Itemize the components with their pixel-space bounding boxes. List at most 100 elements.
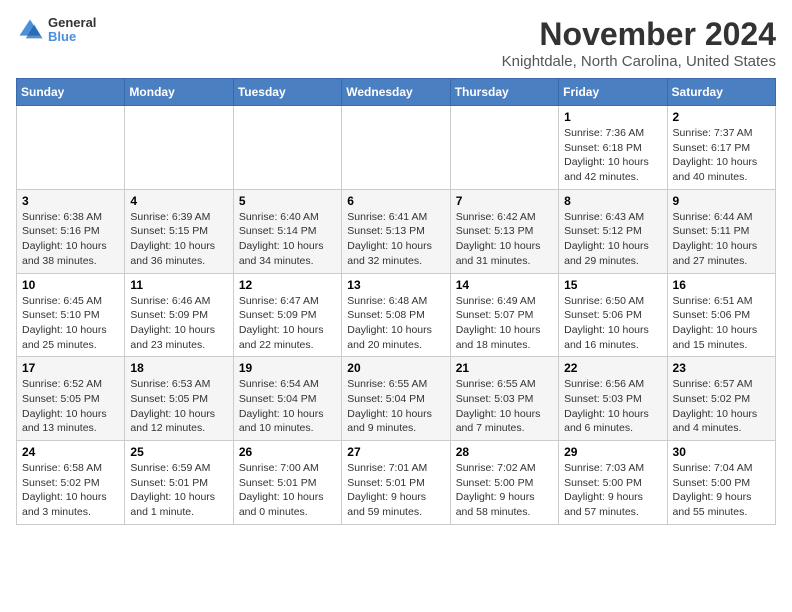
day-number: 18	[130, 361, 227, 375]
header: General Blue November 2024 Knightdale, N…	[16, 16, 776, 70]
day-number: 22	[564, 361, 661, 375]
weekday-header: Sunday	[17, 79, 125, 106]
logo-general: General	[48, 16, 96, 30]
calendar-cell: 23 Sunrise: 6:57 AM Sunset: 5:02 PM Dayli…	[667, 357, 775, 441]
logo-text: General Blue	[48, 16, 96, 45]
weekday-header: Thursday	[450, 79, 558, 106]
day-info: Sunrise: 6:41 AM Sunset: 5:13 PM Dayligh…	[347, 210, 444, 269]
calendar-cell	[342, 106, 450, 190]
day-info: Sunrise: 6:56 AM Sunset: 5:03 PM Dayligh…	[564, 377, 661, 436]
day-info: Sunrise: 6:39 AM Sunset: 5:15 PM Dayligh…	[130, 210, 227, 269]
day-number: 2	[673, 110, 770, 124]
weekday-header: Monday	[125, 79, 233, 106]
calendar-cell: 29 Sunrise: 7:03 AM Sunset: 5:00 PM Dayli…	[559, 441, 667, 525]
calendar-cell	[17, 106, 125, 190]
calendar-cell: 18 Sunrise: 6:53 AM Sunset: 5:05 PM Dayli…	[125, 357, 233, 441]
calendar-week: 24 Sunrise: 6:58 AM Sunset: 5:02 PM Dayli…	[17, 441, 776, 525]
calendar-week: 10 Sunrise: 6:45 AM Sunset: 5:10 PM Dayli…	[17, 273, 776, 357]
day-number: 21	[456, 361, 553, 375]
day-number: 17	[22, 361, 119, 375]
calendar-cell: 10 Sunrise: 6:45 AM Sunset: 5:10 PM Dayli…	[17, 273, 125, 357]
calendar-cell: 2 Sunrise: 7:37 AM Sunset: 6:17 PM Daylig…	[667, 106, 775, 190]
calendar-cell: 28Sunrise: 7:02 AM Sunset: 5:00 PM Dayli…	[450, 441, 558, 525]
day-number: 27	[347, 445, 444, 459]
calendar-week: 3Sunrise: 6:38 AM Sunset: 5:16 PM Daylig…	[17, 189, 776, 273]
day-info: Sunrise: 6:48 AM Sunset: 5:08 PM Dayligh…	[347, 294, 444, 353]
day-info: Sunrise: 7:37 AM Sunset: 6:17 PM Dayligh…	[673, 126, 770, 185]
day-info: Sunrise: 6:52 AM Sunset: 5:05 PM Dayligh…	[22, 377, 119, 436]
day-info: Sunrise: 7:03 AM Sunset: 5:00 PM Dayligh…	[564, 461, 661, 520]
month-title: November 2024	[502, 16, 776, 53]
weekday-header: Friday	[559, 79, 667, 106]
calendar-cell: 19Sunrise: 6:54 AM Sunset: 5:04 PM Dayli…	[233, 357, 341, 441]
day-number: 13	[347, 278, 444, 292]
weekday-header: Wednesday	[342, 79, 450, 106]
calendar-header: SundayMondayTuesdayWednesdayThursdayFrid…	[17, 79, 776, 106]
day-info: Sunrise: 7:00 AM Sunset: 5:01 PM Dayligh…	[239, 461, 336, 520]
calendar-body: 1 Sunrise: 7:36 AM Sunset: 6:18 PM Daylig…	[17, 106, 776, 525]
calendar-week: 1 Sunrise: 7:36 AM Sunset: 6:18 PM Daylig…	[17, 106, 776, 190]
calendar-cell	[450, 106, 558, 190]
day-number: 24	[22, 445, 119, 459]
day-info: Sunrise: 6:50 AM Sunset: 5:06 PM Dayligh…	[564, 294, 661, 353]
day-number: 9	[673, 194, 770, 208]
day-number: 23	[673, 361, 770, 375]
day-info: Sunrise: 6:45 AM Sunset: 5:10 PM Dayligh…	[22, 294, 119, 353]
calendar: SundayMondayTuesdayWednesdayThursdayFrid…	[16, 78, 776, 525]
day-number: 7	[456, 194, 553, 208]
day-info: Sunrise: 6:53 AM Sunset: 5:05 PM Dayligh…	[130, 377, 227, 436]
day-number: 25	[130, 445, 227, 459]
calendar-cell: 4 Sunrise: 6:39 AM Sunset: 5:15 PM Daylig…	[125, 189, 233, 273]
day-info: Sunrise: 6:42 AM Sunset: 5:13 PM Dayligh…	[456, 210, 553, 269]
day-info: Sunrise: 7:01 AM Sunset: 5:01 PM Dayligh…	[347, 461, 444, 520]
day-info: Sunrise: 6:49 AM Sunset: 5:07 PM Dayligh…	[456, 294, 553, 353]
day-number: 16	[673, 278, 770, 292]
logo-icon	[16, 16, 44, 44]
weekday-header: Tuesday	[233, 79, 341, 106]
weekday-header: Saturday	[667, 79, 775, 106]
calendar-cell	[233, 106, 341, 190]
day-info: Sunrise: 6:58 AM Sunset: 5:02 PM Dayligh…	[22, 461, 119, 520]
day-number: 30	[673, 445, 770, 459]
calendar-cell: 9 Sunrise: 6:44 AM Sunset: 5:11 PM Daylig…	[667, 189, 775, 273]
calendar-cell: 22 Sunrise: 6:56 AM Sunset: 5:03 PM Dayli…	[559, 357, 667, 441]
day-info: Sunrise: 6:44 AM Sunset: 5:11 PM Dayligh…	[673, 210, 770, 269]
title-area: November 2024 Knightdale, North Carolina…	[502, 16, 776, 70]
day-number: 1	[564, 110, 661, 124]
day-info: Sunrise: 6:54 AM Sunset: 5:04 PM Dayligh…	[239, 377, 336, 436]
calendar-cell: 17 Sunrise: 6:52 AM Sunset: 5:05 PM Dayli…	[17, 357, 125, 441]
calendar-cell: 30 Sunrise: 7:04 AM Sunset: 5:00 PM Dayli…	[667, 441, 775, 525]
day-number: 8	[564, 194, 661, 208]
calendar-cell: 7 Sunrise: 6:42 AM Sunset: 5:13 PM Daylig…	[450, 189, 558, 273]
calendar-cell: 6 Sunrise: 6:41 AM Sunset: 5:13 PM Daylig…	[342, 189, 450, 273]
day-info: Sunrise: 7:36 AM Sunset: 6:18 PM Dayligh…	[564, 126, 661, 185]
calendar-cell	[125, 106, 233, 190]
weekday-row: SundayMondayTuesdayWednesdayThursdayFrid…	[17, 79, 776, 106]
logo: General Blue	[16, 16, 96, 45]
calendar-cell: 11Sunrise: 6:46 AM Sunset: 5:09 PM Dayli…	[125, 273, 233, 357]
calendar-week: 17 Sunrise: 6:52 AM Sunset: 5:05 PM Dayli…	[17, 357, 776, 441]
day-number: 6	[347, 194, 444, 208]
calendar-cell: 20Sunrise: 6:55 AM Sunset: 5:04 PM Dayli…	[342, 357, 450, 441]
calendar-cell: 26 Sunrise: 7:00 AM Sunset: 5:01 PM Dayli…	[233, 441, 341, 525]
day-number: 26	[239, 445, 336, 459]
calendar-cell: 1 Sunrise: 7:36 AM Sunset: 6:18 PM Daylig…	[559, 106, 667, 190]
day-info: Sunrise: 6:51 AM Sunset: 5:06 PM Dayligh…	[673, 294, 770, 353]
day-number: 14	[456, 278, 553, 292]
day-info: Sunrise: 6:47 AM Sunset: 5:09 PM Dayligh…	[239, 294, 336, 353]
day-number: 29	[564, 445, 661, 459]
calendar-cell: 21Sunrise: 6:55 AM Sunset: 5:03 PM Dayli…	[450, 357, 558, 441]
logo-blue: Blue	[48, 30, 96, 44]
day-info: Sunrise: 6:38 AM Sunset: 5:16 PM Dayligh…	[22, 210, 119, 269]
calendar-cell: 8Sunrise: 6:43 AM Sunset: 5:12 PM Daylig…	[559, 189, 667, 273]
day-number: 10	[22, 278, 119, 292]
day-number: 4	[130, 194, 227, 208]
calendar-cell: 13 Sunrise: 6:48 AM Sunset: 5:08 PM Dayli…	[342, 273, 450, 357]
calendar-cell: 5Sunrise: 6:40 AM Sunset: 5:14 PM Daylig…	[233, 189, 341, 273]
day-info: Sunrise: 6:57 AM Sunset: 5:02 PM Dayligh…	[673, 377, 770, 436]
day-info: Sunrise: 6:40 AM Sunset: 5:14 PM Dayligh…	[239, 210, 336, 269]
day-info: Sunrise: 6:59 AM Sunset: 5:01 PM Dayligh…	[130, 461, 227, 520]
calendar-cell: 27 Sunrise: 7:01 AM Sunset: 5:01 PM Dayli…	[342, 441, 450, 525]
day-info: Sunrise: 7:04 AM Sunset: 5:00 PM Dayligh…	[673, 461, 770, 520]
calendar-cell: 24 Sunrise: 6:58 AM Sunset: 5:02 PM Dayli…	[17, 441, 125, 525]
